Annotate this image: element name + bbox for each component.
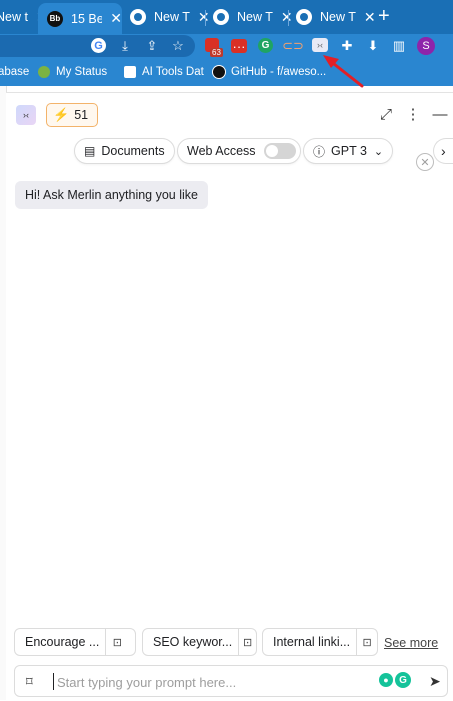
prompt-icon[interactable]: ⊡ xyxy=(356,629,377,655)
chevron-down-icon: ⌄ xyxy=(373,145,384,158)
documents-chip[interactable]: ▤ Documents xyxy=(74,138,175,164)
tab-title: 15 Be xyxy=(71,11,103,26)
status-icon xyxy=(38,66,50,78)
merlin-extension-icon[interactable]: ›‹ xyxy=(312,38,328,52)
browser-toolbar xyxy=(0,34,453,60)
share-icon[interactable]: ⇪ xyxy=(143,37,161,55)
tab-title: New T xyxy=(320,10,356,24)
bookmark-label: AI Tools Dat xyxy=(142,66,204,78)
suggestion-internal-linking[interactable]: Internal linki... ⊡ xyxy=(262,628,378,656)
send-icon[interactable]: ➤ xyxy=(429,673,441,690)
prompt-area[interactable]: ⌑ ● G ➤ xyxy=(14,665,448,697)
link-extension-icon[interactable]: ⊂⊃ xyxy=(282,37,304,55)
bb-favicon-icon: Bb xyxy=(47,10,63,27)
model-label: GPT 3 xyxy=(331,144,367,158)
documents-icon: ▤ xyxy=(84,144,96,158)
merlin-logo-icon: ›‹ xyxy=(16,105,36,125)
see-more-link[interactable]: See more xyxy=(384,636,438,650)
grammarly-extension-icon[interactable]: G xyxy=(258,38,273,53)
tab-new-tab-2[interactable]: New T ✕ xyxy=(130,4,210,30)
minimize-icon[interactable]: — xyxy=(431,105,449,123)
fullscreen-icon[interactable]: ⤢ xyxy=(377,105,395,123)
new-tab-button[interactable]: + xyxy=(378,5,390,28)
tab-new-tab-3[interactable]: New T ✕ xyxy=(213,4,293,30)
ai-tools-icon xyxy=(124,66,136,78)
tab-close-icon[interactable]: ✕ xyxy=(281,9,293,26)
prompt-icon[interactable]: ⊡ xyxy=(238,629,256,655)
credits-badge[interactable]: ⚡ 51 xyxy=(46,103,99,127)
google-icon[interactable]: G xyxy=(91,38,106,53)
suggestion-label: Encourage ... xyxy=(25,635,100,649)
tab-close-icon[interactable]: ✕ xyxy=(110,10,122,27)
install-app-icon[interactable]: ⤓ xyxy=(116,37,134,55)
model-select[interactable]: ⓘ GPT 3 ⌄ xyxy=(303,138,394,164)
close-icon[interactable]: ✕ xyxy=(416,153,434,171)
suggestion-encourage[interactable]: Encourage ... ⊡ xyxy=(14,628,136,656)
more-vertical-icon[interactable]: ⋮ xyxy=(404,105,422,123)
tab-15-best[interactable]: Bb 15 Be ✕ xyxy=(38,3,122,34)
bookmark-label: My Status xyxy=(56,66,108,78)
extensions-puzzle-icon[interactable]: ✚ xyxy=(338,37,356,55)
info-icon: ⓘ xyxy=(313,144,326,159)
prompt-icon[interactable]: ⊡ xyxy=(105,629,128,655)
bookmark-database[interactable]: abase xyxy=(0,66,29,78)
chrome-favicon-icon xyxy=(213,9,229,25)
bookmarks-bar: abase My Status AI Tools Dat GitHub - f/… xyxy=(0,60,453,86)
merlin-panel: ›‹ ⚡ 51 ⤢ ⋮ — ▤ Documents Web Access ⓘ G… xyxy=(6,92,453,701)
documents-label: Documents xyxy=(101,144,165,158)
bookmark-star-icon[interactable]: ☆ xyxy=(169,37,187,55)
bookmark-github[interactable]: GitHub - f/aweso... xyxy=(213,66,326,78)
tab-close-icon[interactable]: ✕ xyxy=(198,9,210,26)
lightbulb-icon[interactable]: ● xyxy=(379,673,393,687)
download-icon[interactable]: ⬇ xyxy=(364,37,382,55)
tab-new-tab-4[interactable]: New T ✕ xyxy=(296,4,376,30)
bookmark-label: GitHub - f/aweso... xyxy=(231,66,327,78)
toggle-knob xyxy=(265,145,278,157)
profile-avatar[interactable]: S xyxy=(417,37,435,55)
bookmark-label: abase xyxy=(0,66,30,78)
tab-title: New T xyxy=(237,10,273,24)
browser-tab-strip: New t ✕ Bb 15 Be ✕ New T ✕ New T ✕ New T… xyxy=(0,0,453,34)
suggestion-seo[interactable]: SEO keywor... ⊡ xyxy=(142,628,257,656)
prompt-input[interactable] xyxy=(55,670,359,694)
chrome-favicon-icon xyxy=(296,9,312,25)
side-panel-icon[interactable]: ▥ xyxy=(390,37,408,55)
grammarly-icon[interactable]: G xyxy=(395,672,411,688)
tab-separator xyxy=(205,10,206,26)
tab-separator xyxy=(288,10,289,26)
bookmark-ai-tools[interactable]: AI Tools Dat xyxy=(124,66,204,78)
dots-extension-icon[interactable]: ··· xyxy=(231,39,247,54)
tab-title: New t xyxy=(0,10,28,24)
web-access-toggle[interactable] xyxy=(263,143,296,159)
tab-title: New T xyxy=(154,10,190,24)
greeting-message: Hi! Ask Merlin anything you like xyxy=(15,181,208,209)
text-caret xyxy=(53,673,54,690)
credits-count: 51 xyxy=(74,108,89,122)
ario-badge: 63 xyxy=(210,48,223,57)
web-access-chip[interactable]: Web Access xyxy=(177,138,301,164)
lightning-icon: ⚡ xyxy=(53,107,70,122)
github-icon xyxy=(213,66,225,78)
chrome-favicon-icon xyxy=(130,9,146,25)
bookmark-my-status[interactable]: My Status xyxy=(38,66,107,78)
bookmark-icon[interactable]: ⌑ xyxy=(26,674,33,690)
expand-arrow-icon[interactable]: › xyxy=(433,138,453,164)
suggestion-label: SEO keywor... xyxy=(153,635,233,649)
web-access-label: Web Access xyxy=(187,144,256,158)
tab-close-icon[interactable]: ✕ xyxy=(364,9,376,26)
suggestion-label: Internal linki... xyxy=(273,635,351,649)
